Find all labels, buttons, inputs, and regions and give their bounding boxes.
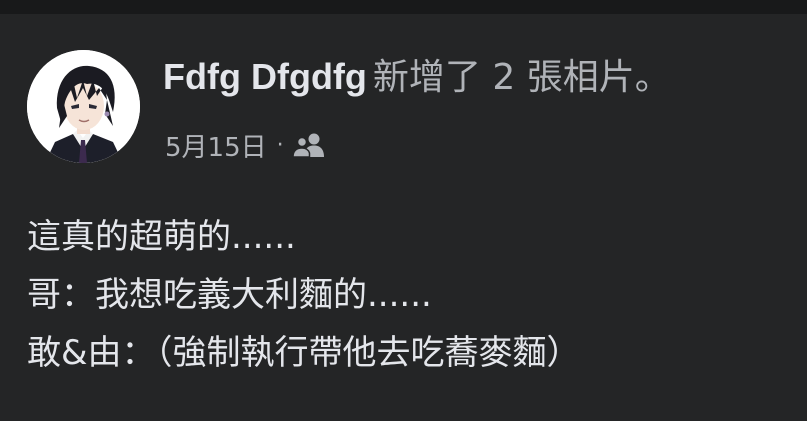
author-avatar[interactable]	[27, 50, 140, 163]
post-text-line: 哥：我想吃義大利麵的......	[27, 275, 432, 315]
top-divider	[0, 0, 807, 14]
post-action-text: 新增了 2 張相片。	[372, 57, 671, 98]
post-timestamp[interactable]: 5月15日	[165, 127, 267, 164]
post-header: Fdfg Dfgdfg 新增了 2 張相片。	[163, 54, 671, 101]
meta-separator: ·	[276, 132, 284, 158]
feed-post: Fdfg Dfgdfg 新增了 2 張相片。 5月15日 · 這真的超萌的....…	[0, 14, 807, 421]
friends-icon[interactable]	[291, 132, 326, 158]
post-text-line: 這真的超萌的......	[27, 217, 296, 257]
author-name-link[interactable]: Fdfg Dfgdfg	[163, 56, 367, 97]
post-text-line: 敢&由：（強制執行帶他去吃蕎麥麵）	[27, 333, 581, 373]
post-meta: 5月15日 ·	[165, 126, 326, 164]
post-body: 這真的超萌的...... 哥：我想吃義大利麵的...... 敢&由：（強制執行帶…	[27, 208, 581, 382]
anime-character-avatar-icon	[27, 50, 140, 163]
